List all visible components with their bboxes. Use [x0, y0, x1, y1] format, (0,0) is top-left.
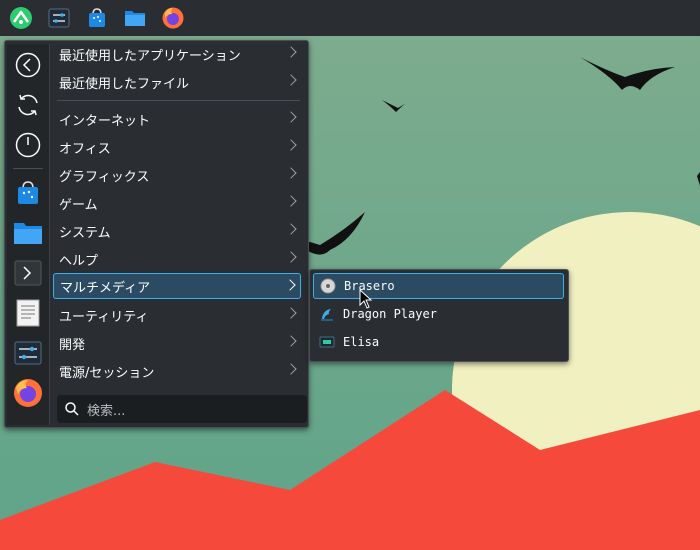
chevron-right-icon — [285, 307, 297, 319]
chevron-right-icon — [285, 363, 297, 375]
elisa-icon — [319, 336, 335, 348]
category-multimedia[interactable]: マルチメディア — [53, 273, 301, 299]
back-icon — [15, 52, 41, 78]
category-internet[interactable]: インターネット — [53, 106, 301, 132]
chevron-right-icon — [285, 167, 297, 179]
category-label: 電源/セッション — [59, 365, 155, 381]
chevron-right-icon — [285, 251, 297, 263]
discover-store-button[interactable] — [79, 0, 115, 36]
multimedia-submenu: Brasero Dragon Player Elisa — [309, 269, 569, 362]
chevron-right-icon — [285, 335, 297, 347]
menu-sidebar — [7, 44, 50, 425]
terminal-icon — [14, 260, 42, 286]
category-development[interactable]: 開発 — [53, 330, 301, 356]
category-label: システム — [59, 225, 111, 241]
category-label: ヘルプ — [59, 253, 99, 269]
discover-store-icon — [18, 181, 38, 204]
sidebar-separator — [13, 168, 43, 169]
chevron-right-icon — [285, 46, 297, 58]
disc-icon — [320, 278, 336, 294]
power-button[interactable] — [11, 128, 45, 162]
discover-store-launcher[interactable] — [11, 176, 45, 210]
refresh-icon — [18, 94, 38, 116]
category-label: マルチメディア — [60, 280, 151, 296]
category-label: オフィス — [59, 141, 111, 157]
category-recent-apps[interactable]: 最近使用したアプリケーション — [53, 41, 301, 67]
terminal-launcher[interactable] — [11, 256, 45, 290]
category-help[interactable]: ヘルプ — [53, 246, 301, 272]
chevron-right-icon — [284, 279, 296, 291]
category-power-session[interactable]: 電源/セッション — [53, 358, 301, 384]
firefox-icon — [14, 379, 42, 407]
category-system[interactable]: システム — [53, 218, 301, 244]
application-menu: 最近使用したアプリケーション 最近使用したファイル インターネット オフィス グ… — [4, 40, 309, 428]
submenu-item-elisa[interactable]: Elisa — [313, 329, 564, 355]
mouse-cursor-icon — [359, 289, 373, 309]
power-icon — [15, 132, 41, 158]
system-settings-button[interactable] — [41, 0, 77, 36]
system-settings-launcher[interactable] — [11, 336, 45, 370]
file-manager-button[interactable] — [117, 0, 153, 36]
submenu-item-label: Dragon Player — [343, 307, 437, 321]
search-input[interactable]: 検索... — [57, 395, 307, 423]
folder-launcher[interactable] — [11, 216, 45, 250]
folder-icon — [14, 223, 42, 244]
chevron-right-icon — [285, 195, 297, 207]
system-settings-icon — [14, 341, 42, 365]
chevron-right-icon — [285, 223, 297, 235]
app-launcher-button[interactable] — [3, 0, 39, 36]
search-icon — [65, 402, 79, 416]
category-games[interactable]: ゲーム — [53, 190, 301, 216]
refresh-button[interactable] — [11, 88, 45, 122]
text-editor-launcher[interactable] — [11, 296, 45, 330]
dragon-player-icon — [321, 309, 333, 321]
top-panel — [0, 0, 700, 36]
firefox-button[interactable] — [155, 0, 191, 36]
category-label: ユーティリティ — [59, 309, 149, 325]
category-label: ゲーム — [59, 197, 98, 213]
firefox-launcher[interactable] — [11, 376, 45, 410]
category-graphics[interactable]: グラフィックス — [53, 162, 301, 188]
category-label: 開発 — [59, 337, 86, 353]
firefox-icon — [162, 7, 184, 29]
category-label: グラフィックス — [59, 169, 150, 185]
submenu-item-brasero[interactable]: Brasero — [313, 273, 564, 299]
back-button[interactable] — [11, 48, 45, 82]
category-office[interactable]: オフィス — [53, 134, 301, 160]
category-utilities[interactable]: ユーティリティ — [53, 302, 301, 328]
search-placeholder: 検索... — [87, 403, 126, 419]
category-label: インターネット — [59, 113, 151, 129]
system-settings-icon — [48, 8, 70, 28]
chevron-right-icon — [285, 139, 297, 151]
discover-store-icon — [89, 8, 105, 27]
app-launcher-icon — [10, 7, 32, 29]
chevron-right-icon — [285, 74, 297, 86]
chevron-right-icon — [285, 111, 297, 123]
file-manager-icon — [125, 11, 145, 26]
text-editor-icon — [16, 299, 40, 327]
submenu-item-label: Elisa — [343, 335, 380, 349]
category-label: 最近使用したアプリケーション — [59, 48, 241, 64]
category-label: 最近使用したファイル — [59, 76, 190, 92]
category-recent-files[interactable]: 最近使用したファイル — [53, 69, 301, 95]
menu-divider — [57, 100, 300, 101]
submenu-item-dragon-player[interactable]: Dragon Player — [313, 301, 564, 327]
